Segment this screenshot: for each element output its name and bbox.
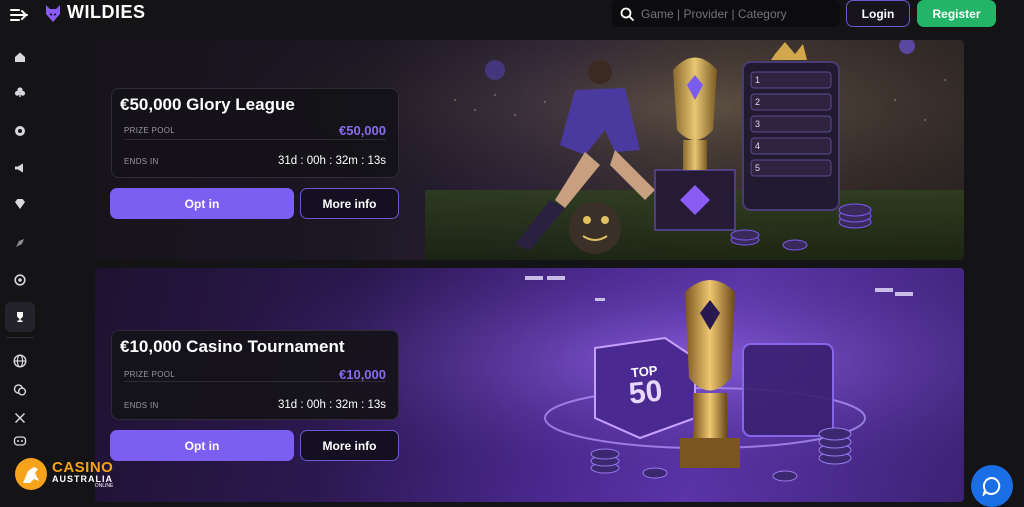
countdown-timer: 31d : 00h : 32m : 13s [277,155,386,167]
sidebar-item-roulette[interactable] [5,116,35,146]
globe-icon [13,354,27,368]
tournament-banner-casino-tournament: TOP 50 €10,000 Casino Tournament PRIZE P… [95,268,964,502]
tournament-banner-glory-league: 1 2 3 4 5 €50,000 Glory League PRIZE POO… [95,40,964,260]
search-icon [620,7,634,21]
info-divider [124,381,386,382]
logo[interactable]: WILDIES [44,2,146,23]
info-divider [124,139,386,140]
target-icon [14,274,26,286]
trophy-icon [17,312,23,322]
x-icon [14,412,26,424]
more-info-button[interactable]: More info [300,430,399,461]
sidebar-item-tournaments[interactable] [5,302,35,332]
login-button[interactable]: Login [846,0,910,27]
leaderboard-rank: 5 [755,163,761,173]
brand-name: WILDIES [67,2,146,22]
sidebar-item-vip[interactable] [5,189,35,219]
prize-pool-value: €10,000 [339,367,386,382]
prize-pool-label: PRIZE POOL [124,126,176,135]
roulette-icon [15,126,25,136]
prize-pool-label: PRIZE POOL [124,370,176,379]
leaderboard-rank: 3 [755,119,761,129]
ends-in-label: ENDS IN [124,400,159,410]
opt-in-button[interactable]: Opt in [110,430,294,461]
wolf-logo-icon [46,4,60,22]
watermark-line3: ONLINE [94,482,114,489]
ends-in-label: ENDS IN [124,156,159,166]
sidebar-divider [6,337,34,338]
tournament-title: €50,000 Glory League [120,95,295,114]
leaderboard-rank: 1 [755,75,761,85]
tournament-info-card: €10,000 Casino Tournament PRIZE POOL €10… [111,330,399,420]
page-scrollbar[interactable] [1016,40,1024,502]
opt-in-button[interactable]: Opt in [110,188,294,219]
casino-australia-watermark: CASINO AUSTRALIA ONLINE [14,457,113,491]
search-input[interactable] [641,6,831,21]
ends-in-row: ENDS IN 31d : 00h : 32m : 13s [124,155,386,167]
prize-pool-row: PRIZE POOL €50,000 [124,123,386,138]
cards-icon [14,87,26,97]
rocket-icon [16,239,24,247]
sidebar-toggle-icon[interactable] [8,6,30,24]
live-chat-button[interactable] [971,465,1013,507]
sidebar-item-discord[interactable] [5,426,35,456]
tournament-title: €10,000 Casino Tournament [120,337,345,356]
diamond-icon [15,199,25,209]
leaderboard-rank: 2 [755,97,761,107]
more-info-button[interactable]: More info [300,188,399,219]
sidebar-item-language[interactable] [5,346,35,376]
countdown-timer: 31d : 00h : 32m : 13s [277,399,386,411]
top-50-badge-line2: 50 [627,374,664,411]
kangaroo-logo-icon [15,458,47,490]
sidebar-item-home[interactable] [5,42,35,72]
sidebar-item-support[interactable] [5,375,35,405]
top-bar: WILDIES Login Register [0,0,1024,40]
discord-icon [13,436,27,446]
sidebar-item-sports[interactable] [5,265,35,295]
chat-bubbles-icon [13,384,27,396]
home-icon [15,52,25,62]
sidebar-item-crash[interactable] [5,228,35,258]
register-button[interactable]: Register [917,0,996,27]
sidebar-item-promotions[interactable] [5,153,35,183]
prize-pool-value: €50,000 [339,123,386,138]
tournament-info-card: €50,000 Glory League PRIZE POOL €50,000 … [111,88,399,178]
chat-icon [982,476,1001,496]
leaderboard-rank: 4 [755,141,761,151]
watermark-line1: CASINO [52,458,114,476]
sidebar [0,40,40,502]
sidebar-item-cards[interactable] [5,77,35,107]
search-box[interactable] [612,0,840,27]
prize-pool-row: PRIZE POOL €10,000 [124,367,386,382]
ends-in-row: ENDS IN 31d : 00h : 32m : 13s [124,399,386,411]
megaphone-icon [15,163,23,173]
